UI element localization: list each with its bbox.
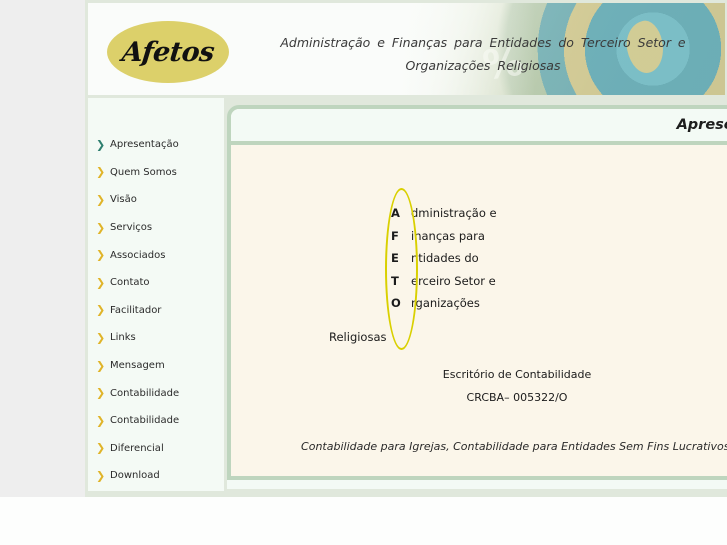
sidebar-item-label: Download bbox=[110, 470, 160, 482]
acrostic-capital: F bbox=[391, 228, 399, 243]
sidebar: ❯ Apresentação ❯ Quem Somos ❯ Visão ❯ Serviços ❯… bbox=[88, 98, 224, 491]
sidebar-item-label: Contato bbox=[110, 277, 150, 289]
chevron-right-icon: ❯ bbox=[96, 221, 106, 235]
site-tagline: Administração e Finanças para Entidades … bbox=[273, 31, 693, 77]
chevron-right-icon: ❯ bbox=[96, 303, 106, 317]
chevron-right-icon: ❯ bbox=[96, 359, 106, 373]
acrostic-text: rganizações bbox=[411, 296, 480, 311]
sidebar-menu: ❯ Apresentação ❯ Quem Somos ❯ Visão ❯ Serviços ❯… bbox=[88, 98, 224, 490]
chevron-right-icon: ❯ bbox=[96, 386, 106, 400]
chevron-right-icon: ❯ bbox=[96, 276, 106, 290]
sidebar-item-9[interactable]: ❯ Mensagem bbox=[88, 352, 224, 380]
sidebar-item-11[interactable]: ❯ Contabilidade bbox=[88, 407, 224, 435]
tagline-line-1: Administração e Finanças para Entidades … bbox=[280, 35, 686, 50]
content-panel-bottom-strip bbox=[227, 480, 727, 489]
sidebar-item-label: Diferencial bbox=[110, 442, 164, 454]
sidebar-item-4[interactable]: ❯ Serviços bbox=[88, 214, 224, 242]
sidebar-item-2[interactable]: ❯ Quem Somos bbox=[88, 159, 224, 187]
sidebar-item-label: Visão bbox=[110, 194, 137, 206]
logo-text: Afetos bbox=[120, 36, 216, 68]
site-logo[interactable]: Afetos bbox=[107, 21, 229, 83]
page-shell: Afetos Administração e Finanças para Ent… bbox=[85, 0, 727, 497]
acrostic-capital: E bbox=[391, 251, 399, 266]
chevron-right-icon: ❯ bbox=[96, 469, 106, 483]
acrostic-row: Finanças para bbox=[391, 225, 651, 248]
acrostic-row: Entidades do bbox=[391, 247, 651, 270]
tagline-line-2: Organizações Religiosas bbox=[405, 58, 561, 73]
acrostic-row: Terceiro Setor e bbox=[391, 270, 651, 293]
office-line: Escritório de Contabilidade bbox=[442, 368, 592, 381]
sidebar-item-3[interactable]: ❯ Visão bbox=[88, 186, 224, 214]
sidebar-item-label: Contabilidade bbox=[110, 415, 180, 427]
sidebar-item-label: Contabilidade bbox=[110, 387, 180, 399]
sidebar-item-label: Links bbox=[110, 332, 136, 344]
content-panel-body: Administração e Finanças para Entidades do… bbox=[231, 145, 727, 476]
sidebar-item-1[interactable]: ❯ Apresentação bbox=[88, 131, 224, 159]
chevron-right-icon: ❯ bbox=[96, 138, 106, 152]
sidebar-item-7[interactable]: ❯ Facilitador bbox=[88, 297, 224, 325]
sidebar-item-label: Mensagem bbox=[110, 360, 165, 372]
sidebar-item-label: Quem Somos bbox=[110, 166, 177, 178]
chevron-right-icon: ❯ bbox=[96, 414, 106, 428]
slogan-line: Contabilidade para Igrejas, Contabilidad… bbox=[301, 440, 727, 453]
chevron-right-icon: ❯ bbox=[96, 248, 106, 262]
sidebar-item-label: Serviços bbox=[110, 222, 153, 234]
sidebar-item-6[interactable]: ❯ Contato bbox=[88, 269, 224, 297]
crc-registration-line: CRCBA– 005322/O bbox=[466, 391, 568, 404]
site-header: Afetos Administração e Finanças para Ent… bbox=[88, 3, 725, 95]
sidebar-item-10[interactable]: ❯ Contabilidade bbox=[88, 379, 224, 407]
bottom-page-margin bbox=[0, 497, 727, 545]
sidebar-item-8[interactable]: ❯ Links bbox=[88, 324, 224, 352]
page-title: Apresentação bbox=[676, 117, 727, 133]
acrostic-row: Administração e bbox=[391, 202, 651, 225]
acrostic-last-line: Religiosas bbox=[329, 330, 387, 344]
acrostic-capital: A bbox=[391, 206, 400, 221]
sidebar-item-label: Apresentação bbox=[110, 139, 179, 151]
content-panel-header: Apresentação bbox=[231, 109, 727, 145]
acrostic-row: Organizações bbox=[391, 292, 651, 315]
acrostic-capital: O bbox=[391, 296, 401, 311]
acrostic-text: inanças para bbox=[411, 228, 485, 243]
chevron-right-icon: ❯ bbox=[96, 441, 106, 455]
acrostic-block: Administração e Finanças para Entidades do… bbox=[391, 202, 651, 315]
chevron-right-icon: ❯ bbox=[96, 165, 106, 179]
left-page-gutter bbox=[0, 0, 85, 497]
acrostic-capital: T bbox=[391, 273, 399, 288]
chevron-right-icon: ❯ bbox=[96, 193, 106, 207]
sidebar-item-12[interactable]: ❯ Diferencial bbox=[88, 435, 224, 463]
sidebar-item-label: Associados bbox=[110, 249, 166, 261]
acrostic-text: dministração e bbox=[411, 206, 497, 221]
acrostic-text: erceiro Setor e bbox=[411, 273, 496, 288]
acrostic-text: ntidades do bbox=[411, 251, 479, 266]
sidebar-item-label: Facilitador bbox=[110, 304, 162, 316]
sidebar-item-13[interactable]: ❯ Download bbox=[88, 462, 224, 490]
sidebar-item-5[interactable]: ❯ Associados bbox=[88, 241, 224, 269]
content-panel: Apresentação Administração eFinanças par… bbox=[227, 105, 727, 480]
chevron-right-icon: ❯ bbox=[96, 331, 106, 345]
